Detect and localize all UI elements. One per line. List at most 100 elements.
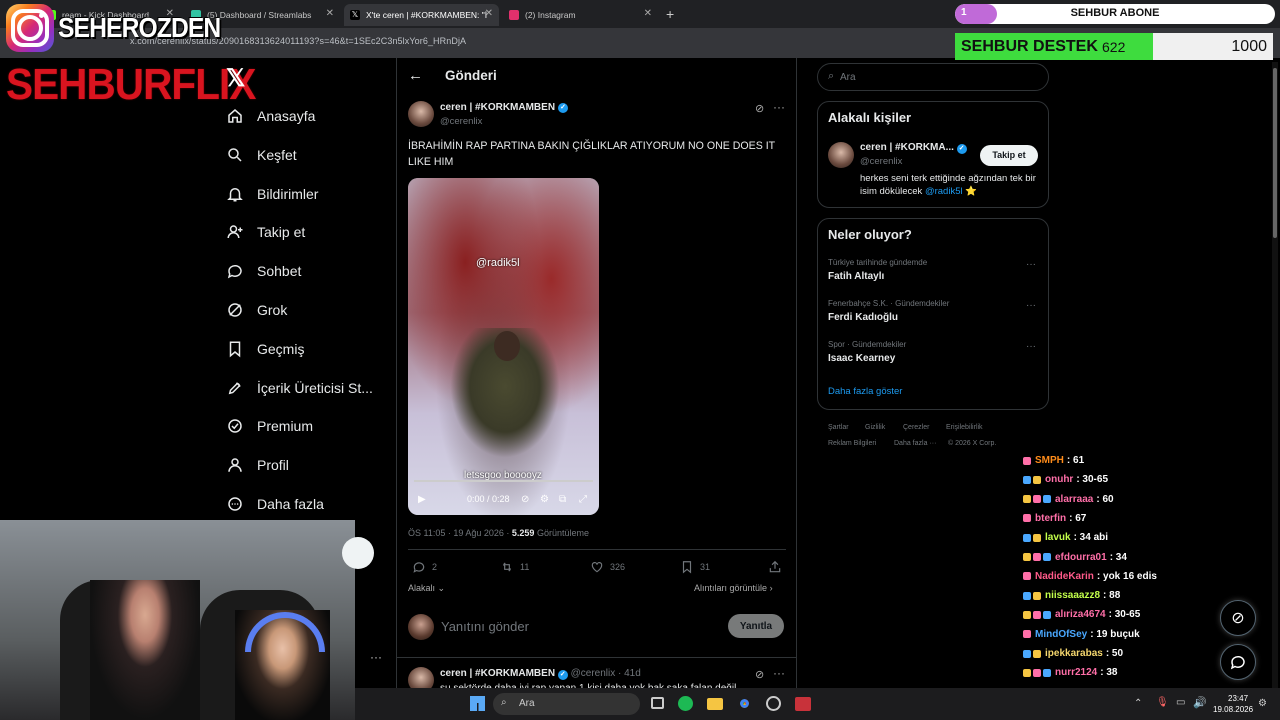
trend-more-icon[interactable]: ···	[1026, 259, 1036, 270]
nav-item-5[interactable]: Grok	[226, 298, 287, 322]
author-name[interactable]: ceren | #KORKMAMBEN ✓	[440, 102, 569, 113]
footer-link[interactable]: Gizlilik	[865, 424, 885, 431]
nav-item-2[interactable]: Bildirimler	[226, 182, 318, 206]
grok-icon[interactable]: ⊘	[755, 102, 764, 115]
nav-item-9[interactable]: Profil	[226, 453, 289, 477]
spotify-icon[interactable]	[678, 696, 693, 711]
chat-username[interactable]: efdourra01	[1055, 552, 1107, 563]
nav-item-6[interactable]: Geçmiş	[226, 337, 304, 361]
footer-link[interactable]: Çerezler	[903, 424, 929, 431]
search-icon: ⌕	[828, 70, 835, 82]
more-options-icon[interactable]: ···	[370, 650, 382, 664]
tab-x-post[interactable]: 𝕏 X'te ceren | #KORKMAMBEN: "İ ✕	[344, 4, 499, 26]
reply-input[interactable]: Yanıtını gönder	[441, 619, 529, 634]
nav-item-7[interactable]: İçerik Üreticisi St...	[226, 376, 373, 400]
footer-link[interactable]: Erişilebilirlik	[946, 424, 983, 431]
chrome-icon[interactable]	[737, 696, 752, 711]
scrollbar-thumb[interactable]	[1273, 68, 1277, 238]
tab-instagram[interactable]: (2) Instagram ✕	[503, 4, 658, 26]
page-scrollbar[interactable]	[1272, 62, 1278, 688]
chat-username[interactable]: ipekkarabas	[1045, 648, 1103, 659]
chat-badge-icon	[1043, 610, 1051, 619]
trend-more-icon[interactable]: ···	[1026, 341, 1036, 352]
chat-username[interactable]: alarraaa	[1055, 494, 1093, 505]
related-person-handle[interactable]: @cerenlix	[860, 156, 902, 167]
show-more-link[interactable]: Daha fazla göster	[828, 386, 902, 397]
chat-username[interactable]: bterfin	[1035, 513, 1066, 524]
more-options-icon[interactable]: ···	[773, 100, 785, 114]
bio-mention-link[interactable]: @radik5l	[925, 186, 963, 197]
video-player[interactable]: @radik5l letssgoo booooyz ▶ 0:00 / 0:28 …	[408, 178, 599, 515]
chat-username[interactable]: nurr2124	[1055, 667, 1097, 678]
author-avatar[interactable]	[408, 101, 434, 127]
nav-item-3[interactable]: Takip et	[226, 220, 305, 244]
repost-action[interactable]: 11	[500, 560, 529, 574]
chat-username[interactable]: alıriza4674	[1055, 609, 1106, 620]
footer-link[interactable]: Şartlar	[828, 424, 849, 431]
related-person-name[interactable]: ceren | #KORKMA... ✓	[860, 142, 967, 154]
media-app-icon[interactable]	[795, 697, 811, 711]
grok-float-button[interactable]: ⊘	[1220, 600, 1256, 636]
chat-username[interactable]: onuhr	[1045, 474, 1073, 485]
search-input[interactable]: ⌕ Ara	[817, 63, 1049, 91]
nav-item-10[interactable]: Daha fazla	[226, 492, 324, 516]
network-icon[interactable]: ▭	[1176, 697, 1185, 708]
new-tab-button[interactable]: +	[666, 6, 674, 22]
trend-name[interactable]: Ferdi Kadıoğlu	[828, 312, 898, 323]
page-title: Gönderi	[445, 68, 497, 83]
related-dropdown[interactable]: Alakalı ⌄	[408, 583, 445, 594]
follow-button[interactable]: Takip et	[980, 145, 1038, 166]
taskbar-search[interactable]: ⌕ Ara	[493, 693, 640, 715]
reply-author[interactable]: ceren | #KORKMAMBEN ✓ @cerenlix · 41d	[440, 668, 641, 680]
chat-username[interactable]: niissaaazz8	[1045, 590, 1100, 601]
nav-item-8[interactable]: Premium	[226, 414, 313, 438]
nav-item-1[interactable]: Keşfet	[226, 143, 297, 167]
like-action[interactable]: 326	[590, 560, 625, 574]
nav-item-0[interactable]: Anasayfa	[226, 104, 315, 128]
notification-icon[interactable]: ⚙	[1258, 698, 1267, 709]
close-tab-icon[interactable]: ✕	[326, 8, 334, 19]
reply-button[interactable]: Yanıtla	[728, 614, 784, 638]
obs-icon[interactable]	[766, 696, 781, 711]
related-person-avatar[interactable]	[828, 142, 854, 168]
mute-icon[interactable]: ⊘	[521, 494, 529, 505]
grok-icon[interactable]: ⊘	[755, 668, 764, 681]
video-progress-bar[interactable]	[414, 480, 593, 482]
windows-start-icon[interactable]	[470, 696, 485, 711]
reply-action[interactable]: 2	[412, 560, 437, 574]
chat-username[interactable]: lavuk	[1045, 532, 1071, 543]
author-handle[interactable]: @cerenlix	[440, 116, 482, 127]
tray-chevron-icon[interactable]: ⌃	[1134, 698, 1142, 709]
back-arrow-icon[interactable]: ←	[408, 67, 423, 84]
video-watermark: @radik5l	[476, 257, 520, 269]
footer-link[interactable]: Daha fazla ···	[894, 440, 936, 447]
footer-link[interactable]: © 2026 X Corp.	[948, 440, 996, 447]
file-explorer-icon[interactable]	[707, 698, 723, 710]
task-view-icon[interactable]	[651, 697, 664, 709]
bookmark-action[interactable]: 31	[680, 560, 710, 574]
fullscreen-icon[interactable]: ⤢	[579, 494, 587, 505]
trend-name[interactable]: Fatih Altaylı	[828, 271, 884, 282]
view-quotes-link[interactable]: Alıntıları görüntüle ›	[694, 583, 773, 593]
play-icon[interactable]: ▶	[418, 494, 426, 505]
share-action[interactable]	[768, 560, 788, 574]
close-tab-icon[interactable]: ✕	[485, 8, 493, 19]
x-logo-icon[interactable]: 𝕏	[226, 64, 245, 93]
pip-icon[interactable]: ⧉	[559, 494, 566, 505]
chat-username[interactable]: MindOfSey	[1035, 629, 1087, 640]
clock-date[interactable]: 19.08.2026	[1213, 705, 1253, 714]
close-tab-icon[interactable]: ✕	[644, 8, 652, 19]
volume-icon[interactable]: 🔊	[1193, 696, 1207, 709]
post-fab[interactable]	[342, 537, 374, 569]
trend-more-icon[interactable]: ···	[1026, 300, 1036, 311]
microphone-icon[interactable]: 🎙	[1156, 697, 1169, 708]
more-options-icon[interactable]: ···	[773, 666, 785, 680]
messages-float-button[interactable]	[1220, 644, 1256, 680]
footer-link[interactable]: Reklam Bilgileri	[828, 440, 876, 447]
trend-name[interactable]: Isaac Kearney	[828, 353, 895, 364]
clock-time[interactable]: 23:47	[1228, 694, 1248, 703]
chat-username[interactable]: SMPH	[1035, 455, 1064, 466]
chat-username[interactable]: NadideKarin	[1035, 571, 1094, 582]
nav-item-4[interactable]: Sohbet	[226, 259, 301, 283]
settings-icon[interactable]: ⚙	[540, 494, 549, 505]
